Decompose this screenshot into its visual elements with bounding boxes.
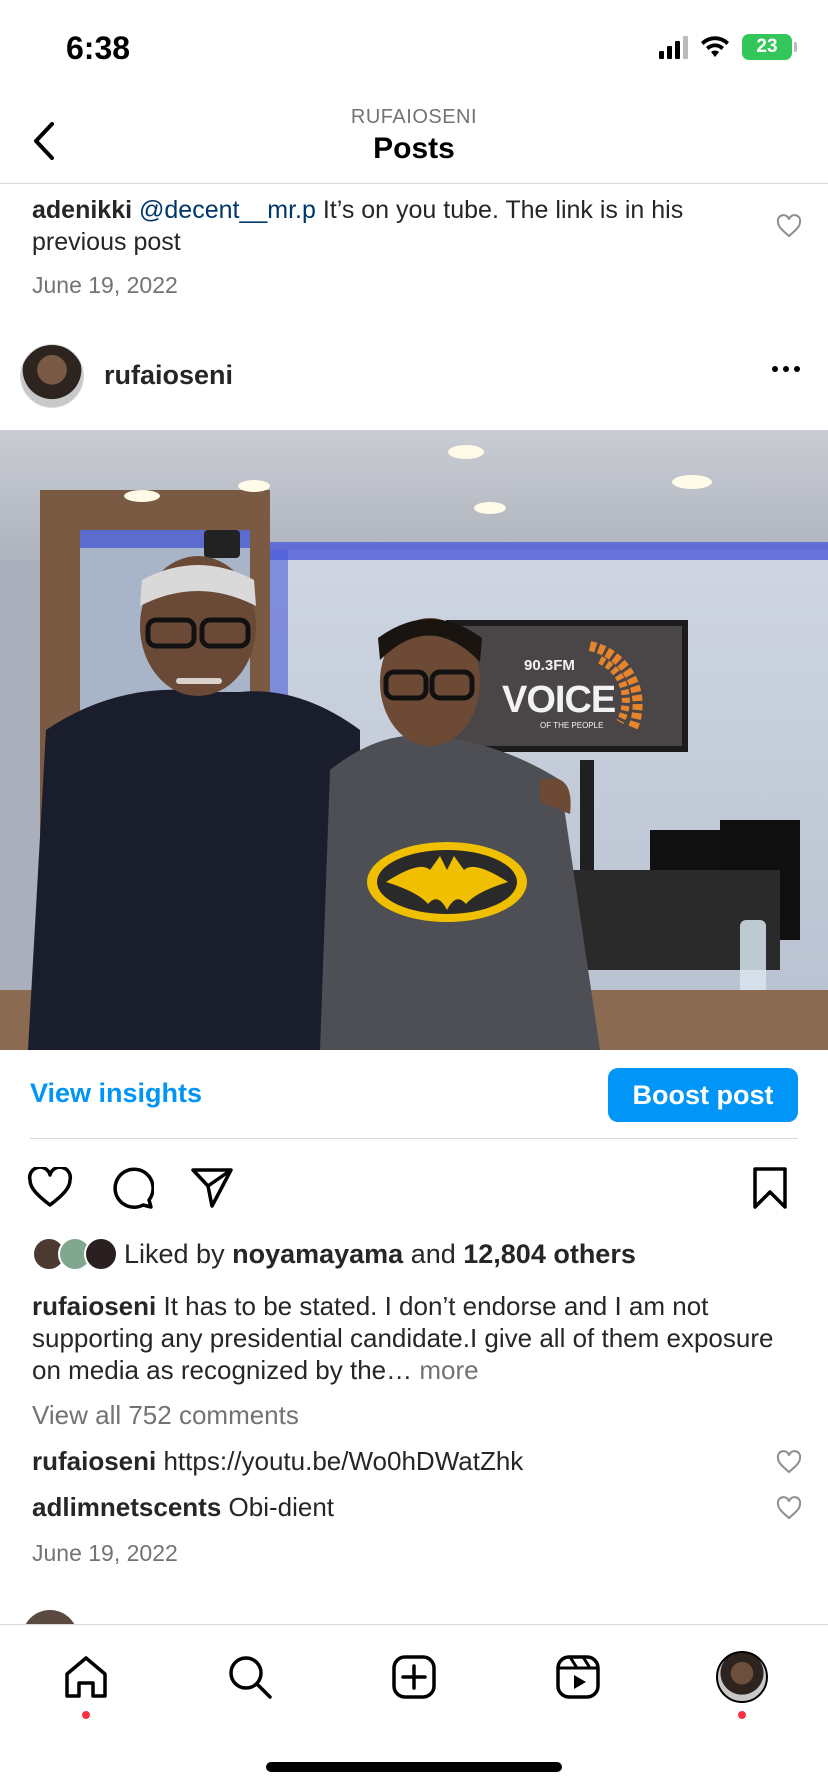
bookmark-icon: [753, 1167, 787, 1209]
home-indicator: [266, 1762, 562, 1772]
account-name: RUFAIOSENI: [350, 106, 478, 128]
action-bar: [0, 1160, 828, 1216]
likes-row[interactable]: Liked by noyamayama and 12,804 others: [32, 1236, 636, 1272]
notification-dot: [738, 1711, 746, 1719]
comment-username[interactable]: adenikki: [32, 196, 132, 224]
view-all-comments-link[interactable]: View all 752 comments: [32, 1400, 299, 1431]
previous-comment-date: June 19, 2022: [32, 272, 178, 298]
comment-button[interactable]: [108, 1164, 156, 1212]
nav-profile[interactable]: [712, 1647, 772, 1719]
previous-comment: adenikki @decent__mr.p It’s on you tube.…: [32, 194, 732, 258]
divider: [30, 1138, 798, 1139]
page-header: RUFAIOSENI Posts: [0, 100, 828, 184]
like-comment-heart-icon[interactable]: [776, 214, 802, 238]
comment-row: rufaioseni https://youtu.be/Wo0hDWatZhk: [32, 1446, 772, 1477]
avatar[interactable]: [20, 344, 84, 408]
liker-name[interactable]: noyamayama: [232, 1239, 403, 1269]
likes-count[interactable]: 12,804 others: [463, 1239, 636, 1269]
boost-post-button[interactable]: Boost post: [608, 1068, 798, 1122]
likes-prefix: Liked by: [124, 1238, 233, 1269]
search-icon: [229, 1656, 272, 1699]
nav-reels[interactable]: [548, 1647, 608, 1707]
like-comment-heart-icon[interactable]: [776, 1450, 802, 1474]
comment-text: Obi-dient: [221, 1492, 335, 1522]
home-icon: [65, 1656, 107, 1698]
likes-text: Liked by noyamayama and 12,804 others: [124, 1239, 636, 1270]
post-caption: rufaioseni It has to be stated. I don’t …: [32, 1290, 802, 1386]
photo-illustration: 90.3FM VOICE OF THE PEOPLE: [0, 430, 828, 1050]
post-photo[interactable]: 90.3FM VOICE OF THE PEOPLE: [0, 430, 828, 1050]
create-icon: [392, 1655, 436, 1699]
post-username[interactable]: rufaioseni: [104, 360, 233, 391]
heart-icon: [27, 1167, 73, 1207]
nav-search[interactable]: [220, 1647, 280, 1707]
status-icons: 23: [659, 34, 797, 60]
screen-title: VOICE: [502, 679, 615, 721]
nav-create[interactable]: [384, 1647, 444, 1707]
like-comment-heart-icon[interactable]: [776, 1496, 802, 1520]
save-button[interactable]: [746, 1164, 794, 1212]
liker-avatar: [84, 1237, 118, 1271]
comment-row: adlimnetscents Obi-dient: [32, 1492, 772, 1523]
comment-username[interactable]: adlimnetscents: [32, 1492, 221, 1522]
page-title: Posts: [373, 132, 455, 165]
share-button[interactable]: [188, 1164, 236, 1212]
caption-more-link[interactable]: more: [412, 1355, 478, 1385]
liker-avatars: [32, 1237, 124, 1271]
screen-frequency: 90.3FM: [524, 657, 575, 674]
battery-icon: 23: [742, 34, 797, 60]
comment-username[interactable]: rufaioseni: [32, 1446, 156, 1476]
notification-dot: [82, 1711, 90, 1719]
battery-level: 23: [756, 36, 778, 57]
status-bar: 6:38 23: [0, 0, 828, 100]
wifi-icon: [701, 36, 729, 57]
post-header: rufaioseni: [0, 340, 828, 412]
profile-avatar: [716, 1651, 768, 1703]
comment-bubble-icon: [113, 1167, 154, 1209]
more-options-icon[interactable]: [772, 366, 800, 372]
screen-subtitle: OF THE PEOPLE: [540, 721, 603, 730]
comment-mention[interactable]: @decent__mr.p: [139, 196, 316, 224]
comment-text: https://youtu.be/Wo0hDWatZhk: [156, 1446, 524, 1476]
nav-home[interactable]: [56, 1647, 116, 1719]
caption-username[interactable]: rufaioseni: [32, 1291, 156, 1321]
like-button[interactable]: [26, 1164, 74, 1212]
reels-icon: [556, 1655, 600, 1699]
paper-plane-icon: [191, 1168, 233, 1208]
status-time: 6:38: [66, 30, 131, 66]
post-date: June 19, 2022: [32, 1540, 178, 1566]
cellular-signal-icon: [659, 35, 688, 59]
insights-bar: View insights Boost post: [0, 1050, 828, 1140]
likes-middle: and: [403, 1238, 464, 1269]
view-insights-link[interactable]: View insights: [30, 1078, 202, 1109]
